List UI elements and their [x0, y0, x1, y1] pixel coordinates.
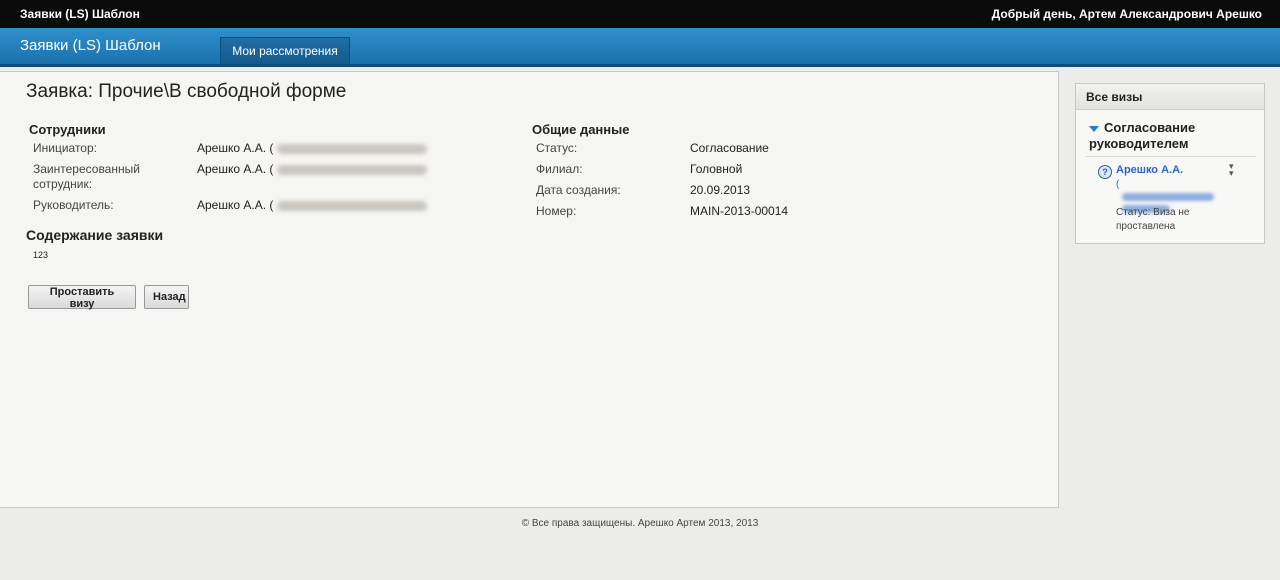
- employees-heading: Сотрудники: [29, 122, 106, 137]
- content-heading: Содержание заявки: [26, 227, 164, 243]
- divider: [1086, 156, 1256, 157]
- visas-panel: Все визы Согласование руководителем ? Ар…: [1075, 83, 1265, 244]
- number-value: MAIN-2013-00014: [690, 204, 789, 218]
- nav-bar: Заявки (LS) Шаблон Мои рассмотрения: [0, 28, 1280, 67]
- redacted-text: [277, 164, 428, 175]
- tab-my-reviews[interactable]: Мои рассмотрения: [220, 37, 350, 64]
- created-date-value: 20.09.2013: [690, 183, 751, 197]
- interested-employee-value: Арешко А.А. (: [197, 162, 428, 176]
- triangle-down-icon[interactable]: [1089, 125, 1099, 132]
- number-label: Номер:: [536, 204, 577, 218]
- app-name: Заявки (LS) Шаблон: [20, 7, 140, 21]
- interested-employee-label: Заинтересованный сотрудник:: [33, 162, 140, 191]
- initiator-label: Инициатор:: [33, 141, 97, 155]
- branch-value: Головной: [690, 162, 743, 176]
- manager-label: Руководитель:: [33, 198, 114, 212]
- status-label: Статус:: [536, 141, 578, 155]
- redacted-text: [277, 143, 428, 154]
- request-panel: Заявка: Прочие\В свободной форме Сотрудн…: [0, 71, 1059, 508]
- visa-status: Статус: Виза не проставлена: [1116, 207, 1190, 232]
- double-chevron-down-icon[interactable]: ▾ ▾: [1229, 162, 1234, 178]
- set-visa-button[interactable]: Проставить визу: [28, 285, 136, 310]
- question-icon: ?: [1098, 165, 1112, 179]
- visa-approver-name[interactable]: Арешко А.А.: [1116, 164, 1183, 176]
- top-bar: Заявки (LS) Шаблон Добрый день, Артем Ал…: [0, 0, 1280, 28]
- footer-copyright: © Все права защищены. Арешко Артем 2013,…: [521, 518, 759, 529]
- redacted-text: [277, 200, 428, 211]
- branch-label: Филиал:: [536, 162, 583, 176]
- approval-group[interactable]: Согласование руководителем: [1089, 120, 1259, 152]
- back-button[interactable]: Назад: [144, 285, 189, 309]
- visas-header: Все визы: [1076, 84, 1264, 110]
- created-date-label: Дата создания:: [536, 183, 621, 197]
- initiator-value: Арешко А.А. (: [197, 141, 428, 155]
- general-data-heading: Общие данные: [532, 122, 630, 137]
- content-value: 123: [33, 250, 49, 260]
- user-greeting: Добрый день, Артем Александрович Арешко: [991, 7, 1262, 21]
- page-title: Заявка: Прочие\В свободной форме: [26, 81, 347, 102]
- redacted-text: [1122, 193, 1214, 201]
- status-value: Согласование: [690, 141, 769, 155]
- approval-group-title: Согласование руководителем: [1089, 120, 1196, 151]
- nav-title[interactable]: Заявки (LS) Шаблон: [20, 37, 161, 54]
- manager-value: Арешко А.А. (: [197, 198, 428, 212]
